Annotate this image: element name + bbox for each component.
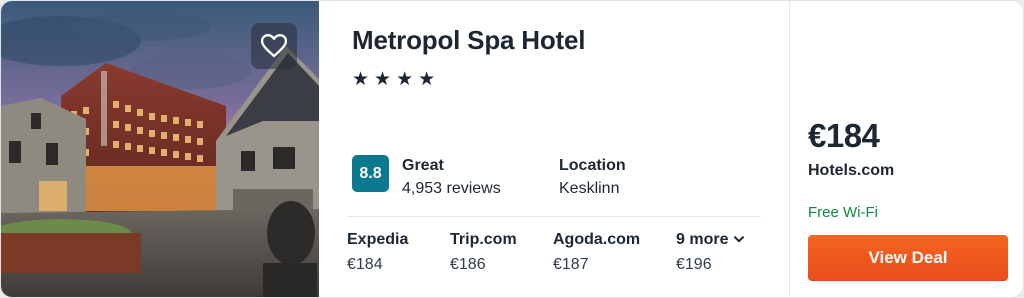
favorite-button[interactable] — [251, 23, 297, 69]
more-offers-toggle[interactable]: 9 more €196 — [676, 231, 745, 274]
best-price[interactable]: €184 — [808, 117, 880, 155]
offer-agoda[interactable]: Agoda.com €187 — [553, 231, 640, 274]
offer-provider: Expedia — [347, 231, 409, 248]
deal-panel: €184 Hotels.com Free Wi-Fi View Deal — [789, 1, 1023, 297]
amenity-free-wifi: Free Wi-Fi — [808, 204, 878, 221]
chevron-down-icon — [734, 236, 745, 243]
more-offers-price: €196 — [676, 256, 712, 273]
hotel-info: Metropol Spa Hotel ★★★★ 8.8 Great 4,953 … — [319, 1, 789, 297]
offer-price: €184 — [347, 256, 383, 273]
location-value: Kesklinn — [559, 180, 620, 197]
hotel-photo[interactable] — [1, 1, 319, 297]
rating-label: Great — [402, 157, 444, 174]
divider — [347, 216, 761, 217]
location-title: Location — [559, 157, 626, 174]
offer-provider: Agoda.com — [553, 231, 641, 248]
offer-price: €187 — [553, 256, 589, 273]
offer-provider: Trip.com — [450, 231, 517, 248]
view-deal-button[interactable]: View Deal — [808, 235, 1008, 281]
offer-trip-com[interactable]: Trip.com €186 — [450, 231, 517, 274]
heart-outline-icon — [261, 34, 287, 58]
offer-expedia[interactable]: Expedia €184 — [347, 231, 408, 274]
offer-price: €186 — [450, 256, 486, 273]
review-count[interactable]: 4,953 reviews — [402, 180, 501, 198]
more-offers-text: 9 more — [676, 231, 729, 248]
more-offers-label: 9 more — [676, 231, 745, 249]
hotel-star-rating: ★★★★ — [352, 69, 441, 90]
hotel-name[interactable]: Metropol Spa Hotel — [352, 25, 585, 56]
hotel-result-card[interactable]: Metropol Spa Hotel ★★★★ 8.8 Great 4,953 … — [0, 0, 1024, 298]
rating-score-badge: 8.8 — [352, 155, 389, 192]
best-price-provider: Hotels.com — [808, 162, 895, 179]
